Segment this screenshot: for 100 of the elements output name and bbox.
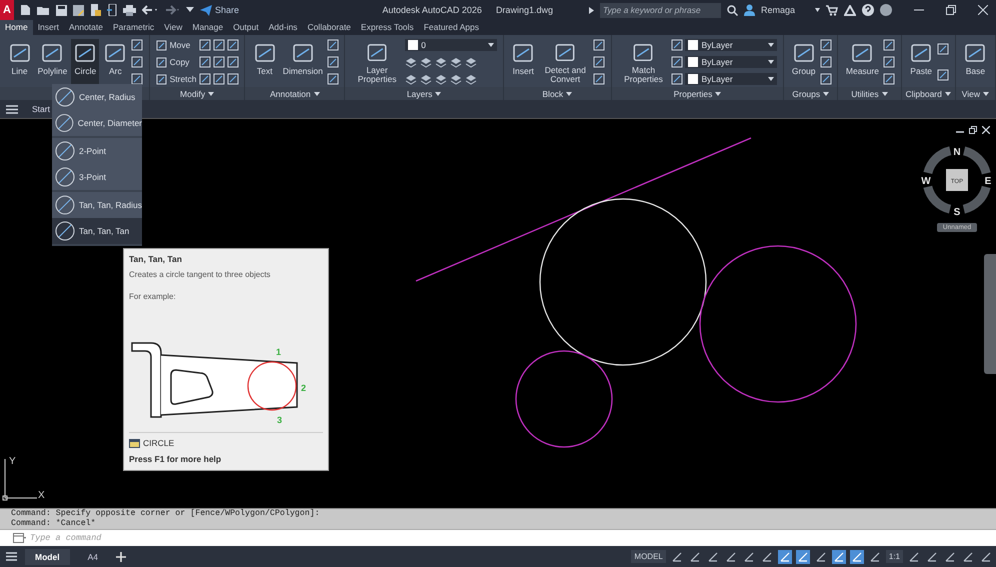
document-icon[interactable]: [90, 4, 101, 16]
tool-icon[interactable]: [882, 56, 895, 68]
tool-icon[interactable]: [882, 39, 895, 51]
property-dropdown[interactable]: ByLayer: [685, 56, 778, 68]
caret-icon[interactable]: [715, 92, 722, 96]
tool-icon[interactable]: [326, 73, 339, 85]
plus-icon[interactable]: [116, 552, 126, 562]
caret-icon[interactable]: [588, 6, 594, 14]
panel-title[interactable]: Properties: [674, 88, 712, 98]
caret-icon[interactable]: [815, 8, 820, 12]
layer-tool-icon[interactable]: [465, 56, 478, 68]
ribbon-tool-button[interactable]: Paste: [907, 38, 936, 86]
caret-icon[interactable]: [823, 92, 830, 96]
tool-icon[interactable]: [882, 73, 895, 85]
caret-icon[interactable]: [208, 92, 214, 96]
layer-tool-icon[interactable]: [450, 56, 462, 68]
ribbon-tool-button[interactable]: Match Properties: [617, 38, 670, 86]
status-toggle-icon[interactable]: [778, 550, 792, 564]
ribbon-tool-button[interactable]: Stretch: [156, 74, 197, 84]
tool-icon[interactable]: [671, 73, 684, 85]
tool-icon[interactable]: [131, 73, 144, 85]
panel-title[interactable]: Layers: [406, 88, 432, 98]
layer-tool-icon[interactable]: [435, 56, 448, 68]
tool-icon[interactable]: [212, 73, 225, 85]
ribbon-tool-button[interactable]: Insert: [509, 38, 538, 86]
compass-ring[interactable]: [922, 146, 992, 214]
compass-label[interactable]: W: [921, 176, 931, 187]
tool-icon[interactable]: [326, 39, 339, 51]
document-icon[interactable]: [20, 4, 31, 16]
tool-icon[interactable]: [226, 56, 239, 68]
tool-icon[interactable]: [131, 39, 144, 51]
layer-tool-icon[interactable]: [435, 74, 448, 85]
status-button[interactable]: 1:1: [886, 550, 903, 563]
compass-label[interactable]: E: [984, 176, 992, 187]
ribbon-tab[interactable]: Manage: [187, 20, 228, 35]
cart-icon[interactable]: [826, 4, 838, 16]
status-toggle-icon[interactable]: [832, 550, 846, 564]
layout-tab[interactable]: A4: [78, 548, 108, 564]
user-menu[interactable]: Remaga: [760, 5, 795, 15]
ribbon-tool-button[interactable]: Text: [250, 38, 279, 86]
ribbon-tool-button[interactable]: Circle: [71, 38, 100, 86]
property-dropdown[interactable]: 0: [405, 39, 498, 52]
status-toggle-icon[interactable]: [850, 550, 864, 564]
tool-icon[interactable]: [671, 39, 684, 51]
tool-icon[interactable]: [593, 39, 606, 51]
layer-tool-icon[interactable]: [420, 56, 432, 68]
ribbon-tool-button[interactable]: Move: [156, 40, 190, 50]
caret-icon[interactable]: [186, 7, 194, 13]
caret-icon[interactable]: [882, 92, 888, 96]
tool-icon[interactable]: [937, 43, 950, 56]
status-toggle-icon[interactable]: [925, 550, 939, 564]
layer-tool-icon[interactable]: [450, 74, 462, 85]
tool-icon[interactable]: [820, 73, 832, 85]
menu-item[interactable]: Tan, Tan, Tan: [52, 218, 142, 244]
tool-icon[interactable]: [198, 56, 211, 68]
ribbon-tool-button[interactable]: Base: [961, 38, 990, 86]
ribbon-tab[interactable]: Home: [0, 20, 33, 35]
ribbon-tool-button[interactable]: Line: [6, 38, 34, 86]
layer-tool-icon[interactable]: [405, 74, 418, 85]
panel-title[interactable]: Block: [542, 88, 564, 98]
ribbon-tab[interactable]: Collaborate: [302, 20, 356, 35]
compass-label[interactable]: S: [954, 207, 960, 218]
property-dropdown[interactable]: ByLayer: [685, 39, 778, 51]
tool-icon[interactable]: [131, 56, 144, 68]
start-tab[interactable]: Start: [32, 104, 50, 114]
ribbon-tool-button[interactable]: Measure: [844, 38, 881, 86]
ribbon-tab[interactable]: View: [159, 20, 188, 35]
tool-icon[interactable]: [198, 39, 211, 51]
ribbon-tab[interactable]: Express Tools: [356, 20, 419, 35]
ribbon-tab[interactable]: Parametric: [108, 20, 160, 35]
folder-icon[interactable]: [37, 4, 50, 16]
tool-icon[interactable]: [593, 56, 606, 68]
compass-label[interactable]: N: [953, 147, 961, 158]
ribbon-tool-button[interactable]: Layer Properties: [351, 38, 404, 86]
tool-icon[interactable]: [198, 73, 211, 85]
tool-icon[interactable]: [593, 73, 606, 85]
caret-icon[interactable]: [566, 92, 572, 96]
restore-icon[interactable]: [969, 126, 977, 134]
close-icon[interactable]: [982, 126, 990, 134]
property-dropdown[interactable]: ByLayer: [685, 73, 778, 85]
ribbon-tab[interactable]: Featured Apps: [418, 20, 484, 35]
tool-icon[interactable]: [820, 39, 832, 51]
printer-icon[interactable]: [123, 4, 136, 16]
ribbon-tab[interactable]: Output: [228, 20, 264, 35]
menu-item[interactable]: Center, Radius: [52, 84, 142, 110]
tool-icon[interactable]: [212, 39, 225, 51]
layer-tool-icon[interactable]: [405, 56, 418, 68]
search-icon[interactable]: [726, 4, 738, 16]
menu-icon[interactable]: [6, 552, 17, 561]
caret-icon[interactable]: [944, 92, 951, 96]
close-icon[interactable]: [978, 5, 988, 15]
status-toggle-icon[interactable]: [961, 550, 975, 564]
tool-icon[interactable]: [212, 56, 225, 68]
ribbon-tab[interactable]: Annotate: [64, 20, 108, 35]
app-logo[interactable]: A: [0, 0, 14, 20]
menu-item[interactable]: 2-Point: [52, 138, 142, 164]
ribbon-tool-button[interactable]: Polyline: [36, 38, 70, 86]
tool-icon[interactable]: [226, 73, 239, 85]
status-toggle-icon[interactable]: [907, 550, 921, 564]
restore-icon[interactable]: [946, 5, 956, 15]
